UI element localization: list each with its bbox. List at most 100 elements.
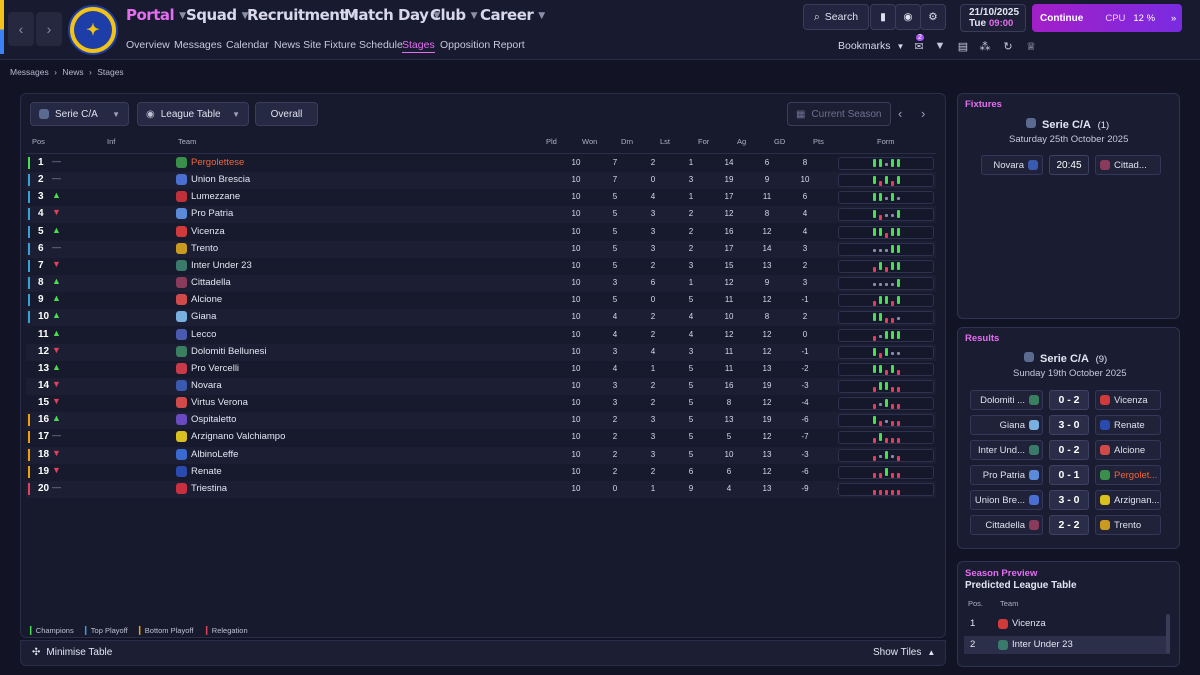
result-home-team[interactable]: Union Bre... (970, 490, 1043, 510)
season-selector[interactable]: ▦ Current Season (787, 102, 891, 126)
trophy-icon[interactable]: ♕ (1024, 39, 1038, 53)
menu-recruitment[interactable]: Recruitment ▼ (247, 6, 358, 24)
submenu-calendar[interactable]: Calendar (226, 39, 269, 51)
menu-career[interactable]: Career ▼ (480, 6, 545, 24)
header-pld[interactable]: Pld (546, 137, 557, 146)
club-crest[interactable]: ✦ (68, 5, 118, 55)
table-row[interactable]: 20—Triestina10019413-9-19 (26, 480, 936, 498)
preview-row[interactable]: 2 Inter Under 23 (964, 636, 1166, 654)
result-home-team[interactable]: Giana (970, 415, 1043, 435)
team-name[interactable]: AlbinoLeffe (191, 449, 238, 460)
table-row[interactable]: 17—Arzignano Valchiampo10235512-79 (26, 429, 936, 446)
search-button[interactable]: ⌕ Search (803, 4, 869, 30)
submenu-news-site[interactable]: News Site (274, 39, 321, 51)
submenu-messages[interactable]: Messages (174, 39, 222, 51)
breadcrumb-messages[interactable]: Messages (10, 67, 49, 77)
header-won[interactable]: Won (582, 137, 597, 146)
team-name[interactable]: Alcione (191, 294, 222, 305)
header-form[interactable]: Form (877, 137, 895, 146)
result-away-team[interactable]: Trento (1095, 515, 1161, 535)
table-row[interactable]: 8▲Cittadella10361129315 (26, 275, 936, 293)
submenu-opposition-report[interactable]: Opposition Report (440, 39, 525, 51)
table-row[interactable]: 19▼Renate10226612-68 (26, 464, 936, 481)
season-preview-title[interactable]: Season Preview (965, 568, 1037, 579)
result-score[interactable]: 0 - 2 (1049, 390, 1089, 410)
team-name[interactable]: Pergolettese (191, 157, 244, 168)
result-away-team[interactable]: Alcione (1095, 440, 1161, 460)
team-name[interactable]: Triestina (191, 483, 227, 494)
header-team[interactable]: Team (178, 137, 196, 146)
team-name[interactable]: Trento (191, 243, 218, 254)
table-row[interactable]: 7▼Inter Under 23105231513217 (26, 258, 936, 275)
table-row[interactable]: 3▲Lumezzane105411711619 (26, 189, 936, 206)
team-name[interactable]: Renate (191, 466, 222, 477)
table-row[interactable]: 10▲Giana10424108214 (26, 309, 936, 327)
next-season-arrow[interactable]: › (921, 106, 925, 121)
team-name[interactable]: Cittadella (191, 277, 231, 288)
continue-button[interactable]: Continue CPU 12 % » (1032, 4, 1182, 32)
view-dropdown[interactable]: ◉ League Table ▼ (137, 102, 249, 126)
team-name[interactable]: Vicenza (191, 226, 225, 237)
clipboard-icon[interactable]: ▤ (956, 39, 970, 53)
table-row[interactable]: 16▲Ospitaletto102351319-69 (26, 412, 936, 430)
table-row[interactable]: 2—Union Brescia107031991021 (26, 172, 936, 190)
bookmark-button[interactable]: ▮ (870, 4, 896, 30)
preview-scrollbar[interactable] (1166, 614, 1170, 654)
table-row[interactable]: 6—Trento105321714318 (26, 240, 936, 258)
result-home-team[interactable]: Cittadella (970, 515, 1043, 535)
results-title[interactable]: Results (965, 333, 999, 344)
fixture-away-team[interactable]: Cittad... (1095, 155, 1161, 175)
team-name[interactable]: Giana (191, 311, 216, 322)
table-row[interactable]: 18▼AlbinoLeffe102351013-39 (26, 446, 936, 464)
header-pos[interactable]: Pos (32, 137, 45, 146)
result-home-team[interactable]: Dolomiti ... (970, 390, 1043, 410)
table-row[interactable]: 9▲Alcione105051112-115 (26, 292, 936, 309)
world-button[interactable]: ◉ (895, 4, 921, 30)
table-row[interactable]: 12▼Dolomiti Bellunesi103431112-113 (26, 343, 936, 361)
team-name[interactable]: Union Brescia (191, 174, 250, 185)
result-away-team[interactable]: Arzignan... (1095, 490, 1161, 510)
header-for[interactable]: For (698, 137, 709, 146)
team-name[interactable]: Lecco (191, 329, 216, 340)
date-time-display[interactable]: 21/10/2025 Tue 09:00 (960, 4, 1026, 32)
header-ag[interactable]: Ag (737, 137, 746, 146)
result-away-team[interactable]: Renate (1095, 415, 1161, 435)
result-score[interactable]: 3 - 0 (1049, 415, 1089, 435)
forward-button[interactable]: › (36, 12, 62, 46)
submenu-overview[interactable]: Overview (126, 39, 170, 51)
header-gd[interactable]: GD (774, 137, 785, 146)
breadcrumb-news[interactable]: News (62, 67, 83, 77)
submenu-fixture-schedule[interactable]: Fixture Schedule (324, 39, 403, 51)
team-name[interactable]: Ospitaletto (191, 414, 236, 425)
table-row[interactable]: 5▲Vicenza105321612418 (26, 224, 936, 241)
table-row[interactable]: 15▼Virtus Verona10325812-411 (26, 395, 936, 412)
result-score[interactable]: 0 - 1 (1049, 465, 1089, 485)
settings-button[interactable]: ⚙ (920, 4, 946, 30)
menu-club[interactable]: Club ▼ (430, 6, 478, 24)
competition-dropdown[interactable]: Serie C/A ▼ (30, 102, 129, 126)
table-row[interactable]: 11▲Lecco104241212014 (26, 327, 936, 344)
result-away-team[interactable]: Vicenza (1095, 390, 1161, 410)
team-name[interactable]: Virtus Verona (191, 397, 248, 408)
previous-season-arrow[interactable]: ‹ (898, 106, 902, 121)
result-score[interactable]: 3 - 0 (1049, 490, 1089, 510)
menu-portal[interactable]: Portal ▼ (126, 6, 186, 24)
preview-row[interactable]: 1 Vicenza (964, 615, 1166, 632)
header-lst[interactable]: Lst (660, 137, 670, 146)
team-name[interactable]: Arzignano Valchiampo (191, 431, 285, 442)
menu-match-day[interactable]: Match Day ▼ (344, 6, 440, 24)
fixtures-title[interactable]: Fixtures (965, 99, 1002, 110)
result-away-team[interactable]: Pergolet... (1095, 465, 1161, 485)
table-row[interactable]: 1—Pergolettese10721146823 (26, 155, 936, 172)
back-button[interactable]: ‹ (8, 12, 34, 46)
show-tiles-button[interactable]: Show Tiles ▲ (873, 647, 935, 658)
kit-icon[interactable]: ▼ (933, 39, 947, 53)
result-home-team[interactable]: Pro Patria (970, 465, 1043, 485)
table-row[interactable]: 14▼Novara103251619-311 (26, 377, 936, 395)
team-name[interactable]: Novara (191, 380, 222, 391)
header-pts[interactable]: Pts (813, 137, 824, 146)
overall-toggle[interactable]: Overall (255, 102, 318, 126)
tactics-icon[interactable]: ⁂ (978, 39, 992, 53)
fixture-home-team[interactable]: Novara (981, 155, 1043, 175)
header-drn[interactable]: Drn (621, 137, 633, 146)
